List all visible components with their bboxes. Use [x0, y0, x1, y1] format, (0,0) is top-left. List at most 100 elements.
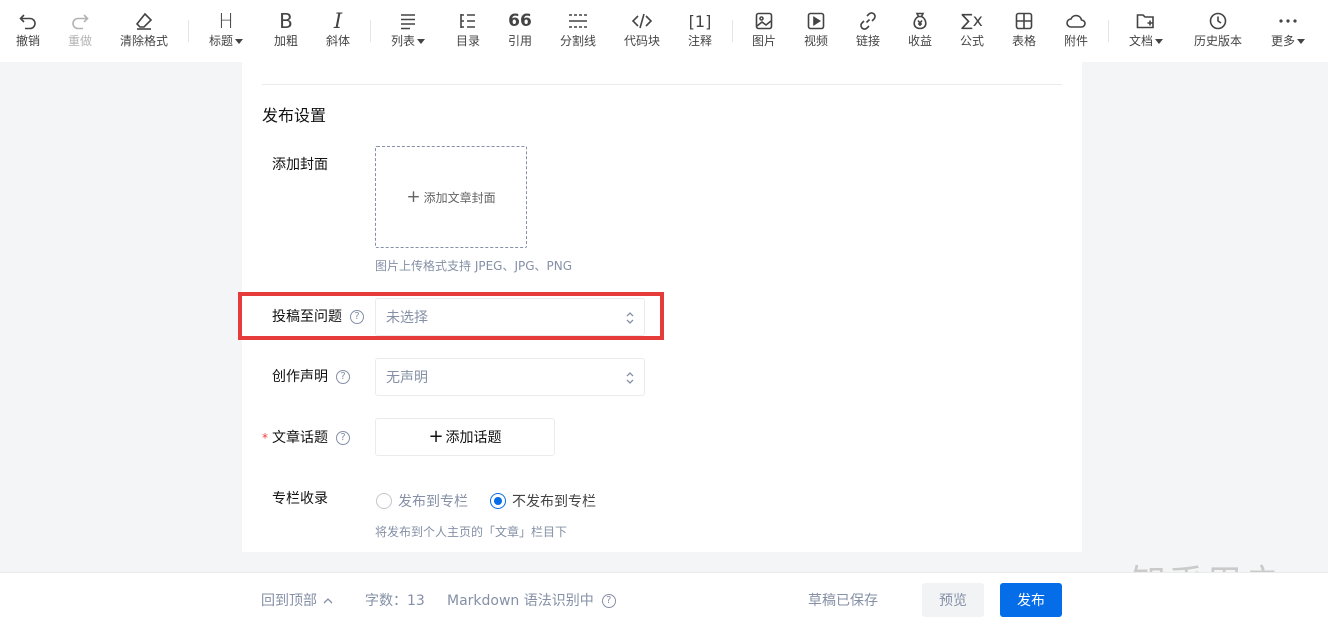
- toolbar-divider: [1108, 20, 1109, 42]
- quote-label: 引用: [507, 34, 532, 48]
- cover-format-hint: 图片上传格式支持 JPEG、JPG、PNG: [375, 259, 573, 273]
- list-icon: [398, 9, 418, 33]
- required-mark: *: [262, 431, 268, 445]
- image-button[interactable]: 图片: [750, 9, 778, 55]
- question-select[interactable]: 未选择: [375, 298, 645, 336]
- toc-button[interactable]: 目录: [454, 9, 482, 55]
- declaration-label: 创作声明: [272, 369, 328, 385]
- code-icon: [631, 9, 653, 33]
- more-label: 更多: [1271, 33, 1305, 49]
- cover-label: 添加封面: [272, 157, 328, 173]
- clear-format-button[interactable]: 清除格式: [118, 9, 170, 55]
- toc-label: 目录: [455, 34, 480, 48]
- caret-down-icon: [417, 38, 425, 44]
- video-button[interactable]: 视频: [802, 9, 830, 55]
- video-label: 视频: [803, 34, 828, 48]
- clear-format-label: 清除格式: [119, 34, 168, 48]
- more-button[interactable]: 更多: [1268, 9, 1308, 55]
- footnote-label: 注释: [687, 34, 712, 48]
- list-label: 列表: [391, 33, 425, 49]
- folder-plus-icon: [1135, 9, 1157, 33]
- help-icon[interactable]: ?: [601, 594, 616, 608]
- help-icon[interactable]: ?: [336, 370, 350, 384]
- history-label: 历史版本: [1193, 34, 1242, 48]
- caret-down-icon: [1155, 38, 1163, 44]
- income-button[interactable]: 收益: [906, 9, 934, 55]
- attachment-button[interactable]: 附件: [1062, 9, 1090, 55]
- caret-down-icon: [1297, 38, 1305, 44]
- back-to-top-text: 回到顶部: [261, 593, 317, 609]
- image-label: 图片: [751, 34, 776, 48]
- footnote-button[interactable]: [1] 注释: [686, 9, 714, 55]
- divider-button[interactable]: 分割线: [558, 9, 598, 55]
- topic-label-row: 文章话题 ?: [272, 428, 350, 448]
- back-to-top-link[interactable]: 回到顶部: [261, 592, 333, 610]
- code-block-label: 代码块: [623, 34, 660, 48]
- toc-icon: [458, 9, 478, 33]
- quote-button[interactable]: 66 引用: [506, 9, 534, 55]
- draft-saved-status: 草稿已保存: [808, 593, 878, 609]
- link-button[interactable]: 链接: [854, 9, 882, 55]
- clock-icon: [1208, 9, 1228, 33]
- preview-button[interactable]: 预览: [922, 583, 984, 617]
- declaration-select[interactable]: 无声明: [375, 358, 645, 396]
- bold-button[interactable]: B 加粗: [272, 9, 300, 55]
- formula-label: 公式: [959, 34, 984, 48]
- question-label: 投稿至问题: [272, 309, 342, 325]
- link-label: 链接: [855, 34, 880, 48]
- heading-icon: H: [218, 9, 234, 33]
- divider-icon: [567, 9, 589, 33]
- link-icon: [858, 9, 878, 33]
- heading-button[interactable]: H 标题: [206, 9, 246, 55]
- add-topic-button[interactable]: + 添加话题: [375, 418, 555, 456]
- heading-label-text: 标题: [208, 34, 233, 48]
- add-cover-button[interactable]: + 添加文章封面: [375, 146, 527, 248]
- radio-not-publish-label: 不发布到专栏: [512, 494, 596, 510]
- add-topic-text: 添加话题: [445, 430, 502, 446]
- table-label: 表格: [1011, 34, 1036, 48]
- redo-label: 重做: [67, 34, 92, 48]
- undo-label: 撤销: [15, 34, 40, 48]
- publish-button[interactable]: 发布: [1000, 583, 1062, 617]
- more-label-text: 更多: [1270, 34, 1295, 48]
- document-button[interactable]: 文档: [1126, 9, 1166, 55]
- redo-button[interactable]: 重做: [66, 9, 94, 55]
- undo-button[interactable]: 撤销: [14, 9, 42, 55]
- help-icon[interactable]: ?: [350, 310, 364, 324]
- undo-icon: [18, 9, 38, 33]
- declaration-label-row: 创作声明 ?: [272, 367, 350, 387]
- radio-publish-label: 发布到专栏: [398, 494, 468, 510]
- column-label: 专栏收录: [272, 491, 328, 507]
- history-button[interactable]: 历史版本: [1192, 9, 1244, 55]
- add-cover-text: 添加文章封面: [423, 190, 496, 205]
- radio-checked-icon: [490, 493, 506, 509]
- publish-settings-card: 发布设置 添加封面 + 添加文章封面 图片上传格式支持 JPEG、JPG、PNG…: [242, 62, 1082, 552]
- eraser-icon: [134, 9, 154, 33]
- radio-publish-to-column[interactable]: 发布到专栏: [376, 491, 468, 511]
- footnote-icon: [1]: [688, 11, 712, 31]
- radio-not-publish-to-column[interactable]: 不发布到专栏: [490, 491, 596, 511]
- italic-label: 斜体: [325, 34, 350, 48]
- word-count: 字数：13: [365, 593, 425, 609]
- bold-icon: B: [279, 9, 293, 33]
- plus-icon: +: [406, 187, 421, 207]
- section-divider: [262, 84, 1062, 85]
- help-icon[interactable]: ?: [336, 431, 350, 445]
- topic-label: 文章话题: [272, 430, 328, 446]
- italic-button[interactable]: I 斜体: [324, 9, 352, 55]
- section-title: 发布设置: [262, 106, 327, 125]
- formula-icon: ∑x: [961, 11, 983, 31]
- radio-circle-icon: [376, 493, 392, 509]
- code-block-button[interactable]: 代码块: [622, 9, 662, 55]
- money-bag-icon: [910, 9, 930, 33]
- toolbar-divider: [370, 20, 371, 42]
- video-icon: [806, 9, 826, 33]
- plus-icon: +: [428, 426, 444, 447]
- toolbar-divider: [732, 20, 733, 42]
- list-button[interactable]: 列表: [388, 9, 428, 55]
- column-hint: 将发布到个人主页的「文章」栏目下: [375, 525, 568, 539]
- table-button[interactable]: 表格: [1010, 9, 1038, 55]
- editor-footer: 回到顶部 字数：13 Markdown 语法识别中 ? 草稿已保存 预览 发布: [0, 572, 1328, 620]
- formula-button[interactable]: ∑x 公式: [958, 9, 986, 55]
- divider-label: 分割线: [559, 34, 596, 48]
